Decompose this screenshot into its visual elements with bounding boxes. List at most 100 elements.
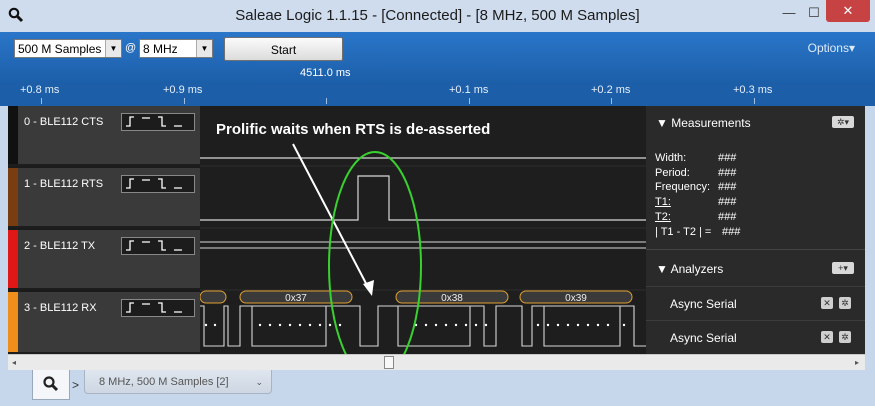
analyzers-header[interactable]: ▼ Analyzers — [656, 262, 723, 276]
analyzer-name: Async Serial — [670, 331, 737, 345]
sample-rate-value: 8 MHz — [143, 42, 178, 56]
decoded-byte-label: 0x39 — [565, 293, 587, 304]
session-tab-label: 8 MHz, 500 M Samples [2] — [99, 376, 229, 388]
title-bar: Saleae Logic 1.1.15 - [Connected] - [8 M… — [0, 0, 875, 32]
measure-label-period: Period: — [655, 167, 690, 179]
measure-value-width: ### — [718, 152, 737, 164]
channel-color-stripe — [8, 168, 18, 226]
search-tab[interactable] — [32, 370, 70, 400]
trigger-time-label: 4511.0 ms — [300, 67, 351, 79]
trigger-buttons[interactable] — [121, 175, 195, 193]
measure-value-period: ### — [718, 167, 737, 179]
trigger-edge-icons — [126, 302, 182, 313]
ruler-tick-label: +0.2 ms — [591, 84, 631, 96]
ruler-tick — [469, 98, 470, 104]
search-icon — [43, 376, 59, 392]
trigger-buttons[interactable] — [121, 113, 195, 131]
minimize-button[interactable]: — — [776, 4, 802, 22]
decoded-byte-label: 0x38 — [441, 293, 463, 304]
at-separator: @ — [125, 42, 137, 54]
measure-value-delta: ### — [722, 226, 741, 238]
channel-color-stripe — [8, 106, 18, 164]
decoded-byte-bubble — [199, 290, 227, 304]
measure-value-t2: ### — [718, 211, 737, 223]
channel-color-stripe — [8, 292, 18, 352]
ruler-tick — [754, 98, 755, 104]
analyzer-gear-icon[interactable]: ✲ — [839, 297, 851, 309]
ruler-tick-label: +0.8 ms — [20, 84, 60, 96]
trigger-buttons[interactable] — [121, 237, 195, 255]
scroll-left-icon[interactable]: ◂ — [12, 358, 16, 367]
measure-value-t1: ### — [718, 196, 737, 208]
remove-analyzer-icon[interactable]: ✕ — [821, 331, 833, 343]
maximize-button[interactable]: ☐ — [802, 4, 826, 22]
channel-name: 1 - BLE112 RTS — [24, 178, 104, 190]
sample-count-select[interactable]: 500 M Samples ▼ — [14, 39, 122, 58]
analyzer-name: Async Serial — [670, 297, 737, 311]
app-window: Saleae Logic 1.1.15 - [Connected] - [8 M… — [0, 0, 875, 406]
rx-waveform — [200, 305, 646, 347]
channel-name: 0 - BLE112 CTS — [24, 116, 104, 128]
measurements-gear-button[interactable]: ✲▾ — [832, 116, 854, 128]
rts-waveform — [200, 175, 646, 221]
trigger-buttons[interactable] — [121, 299, 195, 317]
tab-chevron-icon[interactable]: > — [72, 378, 79, 392]
waveform-canvas: 0x37 0x38 0x39 — [199, 143, 646, 381]
channel-name: 2 - BLE112 TX — [24, 240, 96, 252]
sample-rate-select[interactable]: 8 MHz ▼ — [139, 39, 213, 58]
trigger-edge-icons — [126, 178, 182, 189]
analyzer-row[interactable]: Async Serial ✕ ✲ — [646, 286, 865, 321]
panel-divider — [646, 249, 865, 250]
measure-label-delta: | T1 - T2 | = — [655, 226, 712, 238]
time-ruler[interactable]: +0.8 ms +0.9 ms +0.1 ms +0.2 ms +0.3 ms — [0, 84, 875, 106]
analyzer-gear-icon[interactable]: ✲ — [839, 331, 851, 343]
waveform-plot[interactable]: 0x37 0x38 0x39 Prolific waits when RTS i… — [199, 106, 646, 381]
measure-label-width: Width: — [655, 152, 687, 164]
session-tab-bar: > 8 MHz, 500 M Samples [2] ⌄ — [0, 370, 875, 406]
scrollbar-thumb[interactable] — [384, 356, 394, 369]
channel-1[interactable]: 1 - BLE112 RTS — [8, 168, 200, 228]
measurements-title: Measurements — [671, 116, 751, 130]
measure-label-t1[interactable]: T1: — [655, 196, 671, 208]
horizontal-scrollbar[interactable]: ◂ ▸ — [8, 354, 865, 371]
ruler-tick-label: +0.3 ms — [733, 84, 773, 96]
trigger-edge-icons — [126, 116, 182, 127]
collapse-triangle-icon: ▼ — [656, 262, 671, 276]
collapse-triangle-icon: ▼ — [656, 116, 672, 130]
sample-count-value: 500 M Samples — [18, 42, 102, 56]
window-title: Saleae Logic 1.1.15 - [Connected] - [8 M… — [235, 7, 640, 24]
options-menu[interactable]: Options▾ — [808, 41, 855, 55]
ruler-tick-label: +0.1 ms — [449, 84, 489, 96]
measure-value-frequency: ### — [718, 181, 737, 193]
ruler-tick — [184, 98, 185, 104]
channel-area: 0 - BLE112 CTS 1 - BLE112 RTS 2 - BLE112… — [8, 106, 646, 381]
measure-label-t2[interactable]: T2: — [655, 211, 671, 223]
close-button[interactable]: ✕ — [826, 0, 870, 22]
remove-analyzer-icon[interactable]: ✕ — [821, 297, 833, 309]
trigger-edge-icons — [126, 240, 182, 251]
measure-label-frequency: Frequency: — [655, 181, 711, 193]
analyzer-row[interactable]: Async Serial ✕ ✲ — [646, 320, 865, 355]
start-button[interactable]: Start — [224, 37, 343, 61]
annotation-text: Prolific waits when RTS is de-asserted — [216, 121, 491, 138]
channel-0[interactable]: 0 - BLE112 CTS — [8, 106, 200, 166]
decoded-byte-label: 0x37 — [285, 293, 307, 304]
ruler-tick — [326, 98, 327, 104]
add-analyzer-button[interactable]: +▾ — [832, 262, 854, 274]
ruler-tick — [41, 98, 42, 104]
side-panel: ▼ Measurements ✲▾ Width: ### Period: ###… — [646, 106, 865, 354]
channel-color-stripe — [8, 230, 18, 288]
channel-3[interactable]: 3 - BLE112 RX — [8, 292, 200, 354]
scroll-right-icon[interactable]: ▸ — [855, 358, 859, 367]
dropdown-arrow-icon: ▼ — [105, 40, 121, 57]
session-tab[interactable]: 8 MHz, 500 M Samples [2] ⌄ — [84, 370, 272, 394]
channel-2[interactable]: 2 - BLE112 TX — [8, 230, 200, 290]
ruler-tick-label: +0.9 ms — [163, 84, 203, 96]
dropdown-arrow-icon: ▼ — [196, 40, 212, 57]
chevron-down-icon[interactable]: ⌄ — [255, 370, 263, 394]
measurements-header[interactable]: ▼ Measurements — [656, 116, 751, 130]
analyzers-title: Analyzers — [670, 262, 724, 276]
highlight-circle — [328, 151, 422, 381]
channel-name: 3 - BLE112 RX — [24, 302, 97, 314]
ruler-tick — [611, 98, 612, 104]
